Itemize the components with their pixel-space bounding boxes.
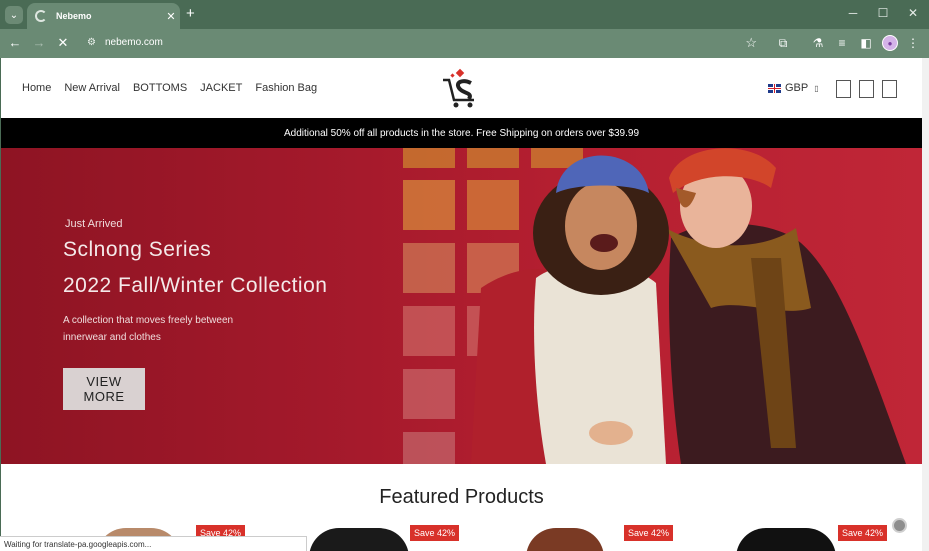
uk-flag-icon [768, 83, 781, 93]
view-more-button[interactable]: VIEW MORE [63, 368, 145, 410]
store-logo[interactable] [441, 68, 481, 110]
profile-avatar[interactable]: ● [882, 35, 898, 51]
wall-tile [403, 369, 455, 419]
extensions-icon[interactable]: ⧉ [775, 36, 791, 51]
tab-title: Nebemo [56, 11, 92, 21]
minimize-button[interactable]: ─ [843, 6, 863, 20]
save-badge: Save 42% [624, 525, 674, 541]
close-window-button[interactable]: ✕ [903, 6, 923, 20]
currency-label: GBP [785, 82, 809, 94]
wall-tile [403, 432, 455, 464]
menu-home[interactable]: Home [22, 82, 51, 94]
site-header: Home New Arrival BOTTOMS JACKET Fashion … [1, 58, 922, 118]
promo-banner: Additional 50% off all products in the s… [1, 118, 922, 148]
tab-close-button[interactable]: ✕ [162, 10, 180, 23]
wall-tile [403, 243, 455, 293]
promo-text: Additional 50% off all products in the s… [283, 127, 640, 139]
hero-models-image [471, 148, 906, 464]
side-panel-icon[interactable]: ◧ [858, 36, 874, 50]
browser-tab[interactable]: Nebemo ✕ [27, 3, 180, 29]
reading-list-icon[interactable]: ≡ [834, 36, 850, 50]
tab-strip: ⌄ Nebemo ✕ + ─ ☐ ✕ [0, 0, 929, 29]
hero-copy: Just Arrived Sclnong Series 2022 Fall/Wi… [63, 218, 327, 410]
hero-subtitle: 2022 Fall/Winter Collection [63, 274, 328, 297]
menu-bottoms[interactable]: BOTTOMS [133, 82, 187, 94]
wall-tile [403, 180, 455, 230]
loading-spinner-icon [35, 10, 47, 22]
chat-widget-icon[interactable] [892, 518, 907, 533]
currency-selector[interactable]: GBP ▯ [768, 82, 819, 94]
tab-search-button[interactable]: ⌄ [5, 6, 23, 24]
chevron-down-icon: ▯ [814, 83, 819, 93]
hero-kicker: Just Arrived [65, 218, 123, 230]
address-bar[interactable]: ⚙ nebemo.com ☆ [79, 33, 767, 54]
site-info-icon[interactable]: ⚙ [87, 37, 96, 48]
wall-tile [403, 148, 455, 168]
stop-loading-icon[interactable]: ✕ [54, 35, 72, 51]
save-badge: Save 42% [838, 525, 888, 541]
hero-banner: Just Arrived Sclnong Series 2022 Fall/Wi… [1, 148, 922, 464]
main-menu: Home New Arrival BOTTOMS JACKET Fashion … [22, 82, 330, 94]
cart-icon[interactable] [882, 80, 897, 98]
forward-icon[interactable]: → [30, 35, 48, 50]
url-text[interactable]: nebemo.com [105, 37, 163, 48]
featured-heading: Featured Products [379, 486, 544, 508]
back-icon[interactable]: ← [6, 35, 24, 50]
menu-fashion-bag[interactable]: Fashion Bag [255, 82, 317, 94]
more-menu-icon[interactable]: ⋮ [905, 36, 921, 50]
bookmark-star-icon[interactable]: ☆ [745, 35, 757, 51]
product-image[interactable] [526, 528, 604, 551]
page-scrollbar[interactable] [922, 58, 929, 551]
toolbar: ← → ✕ ⚙ nebemo.com ☆ ⧉ ⚗ ≡ ◧ ⋮ [0, 29, 929, 58]
account-icon[interactable] [859, 80, 874, 98]
hero-description: A collection that moves freely between i… [63, 315, 234, 343]
wall-tile [403, 306, 455, 356]
product-image[interactable] [736, 528, 836, 551]
save-badge: Save 42% [410, 525, 460, 541]
maximize-button[interactable]: ☐ [873, 6, 893, 20]
web-page: Home New Arrival BOTTOMS JACKET Fashion … [1, 58, 922, 551]
status-bar: Waiting for translate-pa.googleapis.com.… [0, 536, 307, 551]
product-image[interactable] [309, 528, 409, 551]
menu-jacket[interactable]: JACKET [200, 82, 242, 94]
menu-new-arrival[interactable]: New Arrival [64, 82, 120, 94]
new-tab-button[interactable]: + [186, 6, 195, 22]
hero-title: Sclnong Series [63, 238, 212, 261]
search-icon[interactable] [836, 80, 851, 98]
labs-flask-icon[interactable]: ⚗ [810, 36, 826, 50]
